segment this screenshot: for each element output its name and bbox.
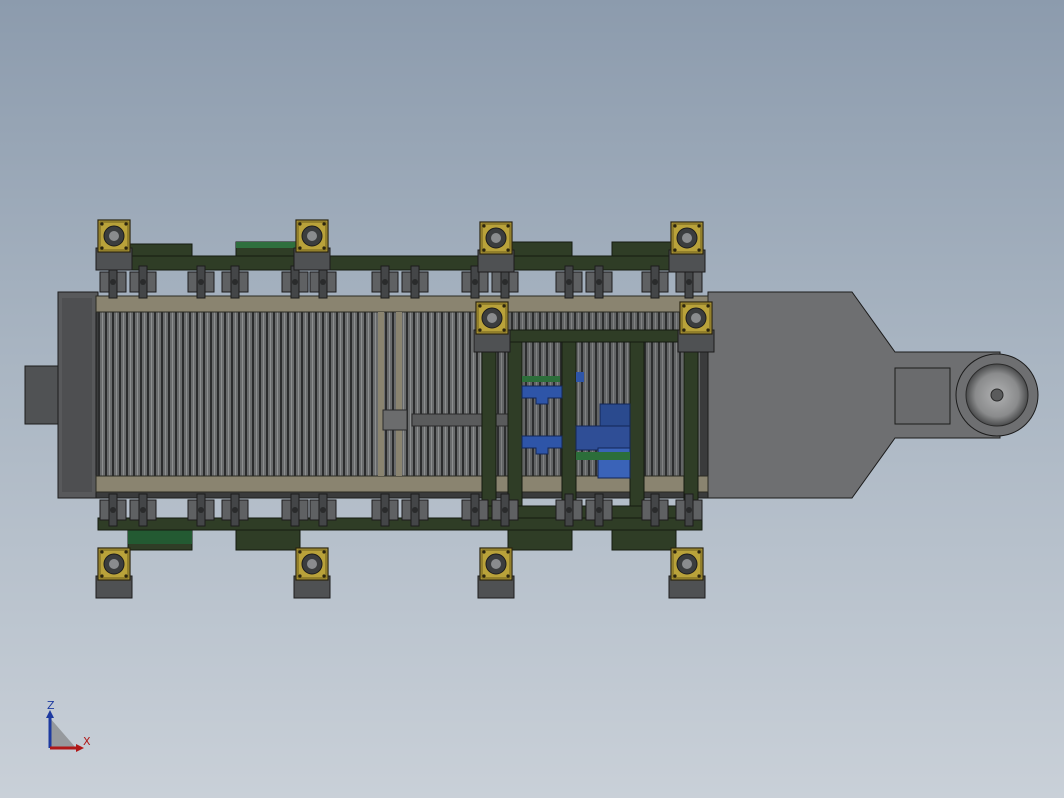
- flange-bearing-icon: [668, 221, 706, 273]
- axis-z-label: Z: [47, 699, 55, 712]
- axis-triad: Z X: [40, 696, 100, 756]
- flange-bearing-icon: [293, 547, 331, 599]
- flange-bearing-icon: [668, 547, 706, 599]
- motor-icon: [575, 425, 631, 451]
- idler-row-top: [99, 265, 703, 299]
- axis-x-label: X: [83, 735, 91, 748]
- flange-bearing-icon: [293, 219, 331, 271]
- cad-model-view[interactable]: [0, 0, 1064, 798]
- flange-bearing-icon: [477, 547, 515, 599]
- flange-bearing-icon: [473, 301, 511, 353]
- tail-hopper: [707, 291, 1039, 499]
- top-side-frame: [97, 241, 703, 271]
- bottom-side-frame: [97, 517, 703, 551]
- graphics-viewport[interactable]: Z X: [0, 0, 1064, 798]
- flange-bearing-icon: [477, 221, 515, 273]
- flange-bearing-icon: [95, 219, 133, 271]
- flange-bearing-icon: [95, 547, 133, 599]
- left-end-housing: [24, 291, 99, 499]
- flange-bearing-icon: [677, 301, 715, 353]
